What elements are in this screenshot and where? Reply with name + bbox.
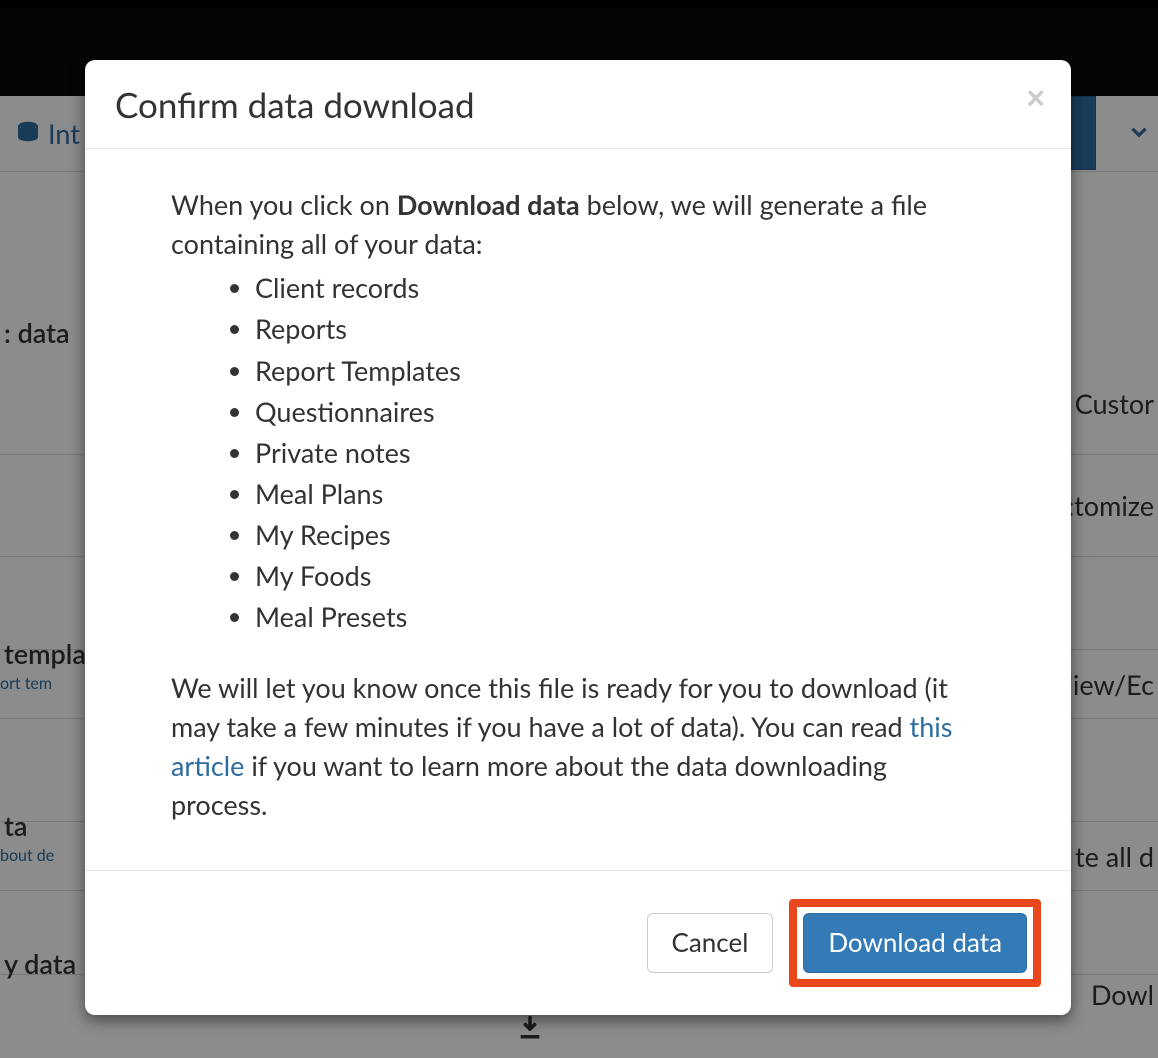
list-item: Questionnaires [255, 391, 985, 432]
list-item: My Foods [255, 555, 985, 596]
modal-intro-text: When you click on Download data below, w… [171, 185, 985, 263]
modal-footer: Cancel Download data [85, 870, 1071, 1015]
list-item: Client records [255, 267, 985, 308]
download-data-button[interactable]: Download data [803, 913, 1027, 973]
list-item: My Recipes [255, 514, 985, 555]
modal-header: Confirm data download × [85, 60, 1071, 149]
data-items-list: Client records Reports Report Templates … [171, 267, 985, 637]
list-item: Meal Plans [255, 473, 985, 514]
list-item: Meal Presets [255, 596, 985, 637]
tutorial-highlight: Download data [789, 899, 1041, 987]
modal-title: Confirm data download [115, 84, 1041, 126]
list-item: Reports [255, 308, 985, 349]
modal-body: When you click on Download data below, w… [85, 149, 1071, 870]
list-item: Report Templates [255, 350, 985, 391]
confirm-download-modal: Confirm data download × When you click o… [85, 60, 1071, 1015]
close-icon[interactable]: × [1026, 82, 1045, 114]
modal-outro-text: We will let you know once this file is r… [171, 668, 985, 825]
cancel-button[interactable]: Cancel [647, 913, 774, 973]
list-item: Private notes [255, 432, 985, 473]
